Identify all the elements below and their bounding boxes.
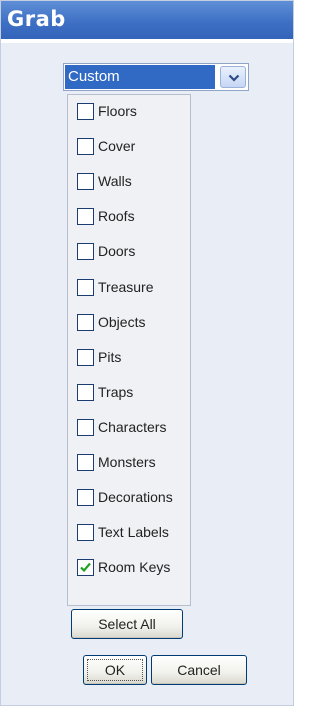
checkbox-item[interactable]: Characters [77, 417, 193, 439]
checkbox-label: Cover [98, 138, 136, 155]
checkbox[interactable] [77, 208, 94, 226]
chevron-down-icon [228, 74, 240, 82]
checkbox-label: Traps [98, 383, 134, 400]
panel-title-bar: Grab [1, 1, 293, 43]
checkbox-label: Doors [98, 243, 136, 260]
checkbox-label: Walls [98, 173, 132, 190]
checkbox-label: Roofs [98, 208, 135, 225]
checkbox[interactable] [77, 138, 94, 156]
checkbox[interactable] [77, 559, 94, 577]
title-bar-divider [1, 39, 293, 43]
category-checklist: Floors Cover Walls Roofs Doors Treasure Object… [67, 94, 191, 606]
checkbox-item[interactable]: Decorations [77, 487, 193, 509]
checkbox[interactable] [77, 278, 94, 296]
checkbox-item[interactable]: Text Labels [77, 522, 193, 544]
checkbox[interactable] [77, 454, 94, 471]
ok-button[interactable]: OK [83, 655, 147, 685]
checkbox-item[interactable]: Objects [77, 312, 193, 334]
checkbox-label: Monsters [98, 454, 156, 470]
grab-panel: Grab Custom Floors Cover Walls Roofs Doors Tr… [0, 0, 294, 706]
checkbox-item[interactable]: Cover [77, 136, 193, 158]
filter-dropdown[interactable]: Custom [63, 63, 249, 91]
checkbox-label: Room Keys [98, 559, 171, 576]
checkbox-label: Characters [98, 418, 167, 435]
checkbox-item[interactable]: Monsters [77, 452, 193, 474]
checkbox-label: Floors [98, 103, 137, 119]
checkbox-label: Decorations [98, 489, 173, 506]
checkbox-item[interactable]: Treasure [77, 277, 193, 299]
checkbox-item[interactable]: Pits [77, 347, 193, 369]
checkbox[interactable] [77, 313, 94, 331]
checkbox-label: Pits [98, 348, 122, 365]
checkbox-item[interactable]: Floors [77, 101, 193, 123]
checkbox[interactable] [77, 243, 94, 261]
panel-title: Grab [7, 7, 66, 31]
checkbox-label: Text Labels [98, 524, 169, 541]
checkbox[interactable] [77, 348, 94, 366]
select-all-button[interactable]: Select All [71, 609, 183, 639]
checkbox[interactable] [77, 489, 94, 507]
checkbox-item[interactable]: Walls [77, 171, 193, 193]
check-mark-icon [80, 563, 91, 573]
checkbox-item[interactable]: Traps [77, 382, 193, 404]
checkbox-item[interactable]: Roofs [77, 206, 193, 228]
checkbox[interactable] [77, 418, 94, 436]
checkbox-item[interactable]: Doors [77, 241, 193, 263]
checkbox-label: Objects [98, 313, 146, 330]
checkbox[interactable] [77, 383, 94, 401]
cancel-button[interactable]: Cancel [151, 655, 247, 685]
checkbox-label: Treasure [98, 278, 154, 295]
checkbox[interactable] [77, 524, 94, 542]
filter-dropdown-value[interactable]: Custom [65, 65, 215, 89]
checkbox[interactable] [77, 103, 94, 120]
dropdown-arrow-button[interactable] [220, 66, 246, 88]
focus-ring [87, 659, 143, 681]
checkbox[interactable] [77, 173, 94, 191]
checkbox-item[interactable]: Room Keys [77, 557, 193, 579]
